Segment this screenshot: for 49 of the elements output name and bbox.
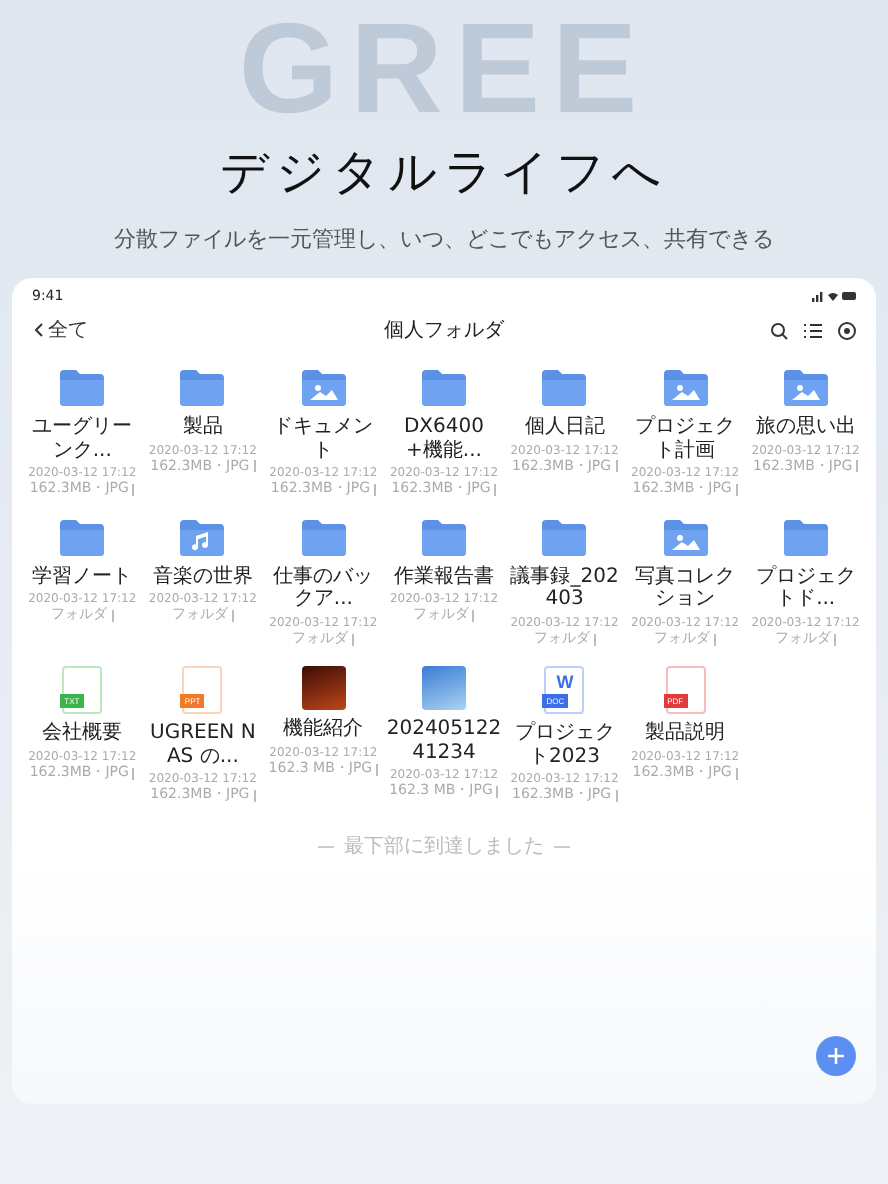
subtitle: 分散ファイルを一元管理し、いつ、どこでもアクセス、共有できる	[114, 224, 774, 254]
file-name[interactable]: 20240512241234	[385, 718, 503, 765]
file-name[interactable]: プロジェクトド...	[747, 565, 864, 612]
file-name[interactable]: プロジェクト2023	[506, 722, 623, 769]
list-icon[interactable]	[804, 321, 822, 339]
headline: デジタルライフへ	[220, 142, 668, 204]
file-name[interactable]: 機能紹介	[283, 718, 364, 742]
file-name[interactable]: 製品説明	[645, 722, 726, 746]
file-name[interactable]: 議事録_202403	[506, 565, 623, 612]
photo-placeholder	[421, 666, 466, 711]
image-folder-icon	[299, 368, 348, 408]
add-button[interactable]	[816, 1036, 856, 1076]
folder-icon	[58, 368, 107, 408]
file-name[interactable]: ユーグリーンク...	[24, 416, 141, 462]
folder-icon	[781, 517, 830, 558]
file-name[interactable]: プロジェクト計画	[626, 416, 744, 462]
file-name[interactable]: DX6400+機能...	[385, 416, 503, 462]
folder-icon	[419, 517, 468, 558]
folder-icon	[540, 368, 589, 408]
folder-icon	[58, 517, 107, 558]
file-name[interactable]: 旅の思い出	[755, 416, 856, 439]
chevron-left-icon	[32, 322, 44, 338]
file-name[interactable]: 会社概要	[42, 722, 123, 746]
image-folder-icon	[661, 368, 710, 408]
back-button[interactable]: 全て	[32, 316, 88, 344]
file-name[interactable]: UGREEN NAS の...	[144, 722, 262, 769]
document-letter: W	[556, 672, 574, 693]
image-folder-icon	[781, 368, 830, 408]
file-name[interactable]: 作業報告書	[393, 565, 494, 589]
file-name[interactable]: 音楽の世界	[152, 565, 253, 589]
file-name[interactable]: 製品	[182, 416, 223, 439]
plus-icon	[828, 1048, 844, 1064]
page-title: 個人フォルダ	[384, 318, 504, 344]
file-name[interactable]: 写真コレクション	[626, 565, 744, 612]
folder-icon	[540, 517, 589, 558]
file-name[interactable]: 個人日記	[524, 416, 605, 439]
status-icons	[812, 290, 856, 302]
file-name[interactable]: 学習ノート	[32, 565, 133, 589]
file-name[interactable]: ドキュメント	[265, 416, 382, 462]
photo-placeholder	[301, 666, 346, 711]
image-folder-icon	[661, 517, 710, 558]
file-name[interactable]: 仕事のバックア...	[265, 565, 382, 612]
end-of-list-note: 最下部に到達しました	[344, 833, 544, 861]
folder-icon	[419, 368, 468, 408]
music-folder-icon	[178, 517, 227, 558]
target-icon[interactable]	[838, 321, 856, 339]
folder-icon	[299, 517, 348, 558]
folder-icon	[178, 368, 227, 408]
search-icon[interactable]	[770, 321, 788, 339]
